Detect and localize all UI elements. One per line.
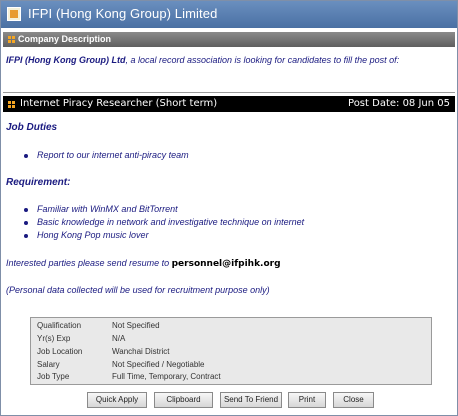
requirement-heading: Requirement:	[6, 177, 71, 188]
title-bar: IFPI (Hong Kong Group) Limited	[1, 1, 457, 28]
details-label: Salary	[37, 360, 60, 369]
clipboard-button[interactable]: Clipboard	[154, 392, 213, 408]
section-bullet-icon	[8, 36, 15, 43]
requirement-item: Basic knowledge in network and investiga…	[23, 217, 305, 227]
job-window: IFPI (Hong Kong Group) Limited Company D…	[0, 0, 458, 416]
quick-apply-button[interactable]: Quick Apply	[87, 392, 147, 408]
apply-text: Interested parties please send resume to	[6, 258, 172, 268]
details-value: Full Time, Temporary, Contract	[112, 372, 221, 381]
details-value: N/A	[112, 334, 126, 343]
duty-item: Report to our internet anti-piracy team	[24, 150, 189, 160]
company-description-header: Company Description	[3, 32, 455, 47]
requirement-item: Hong Kong Pop music lover	[24, 230, 149, 240]
print-button[interactable]: Print	[288, 392, 326, 408]
job-title: Internet Piracy Researcher (Short term)	[20, 98, 218, 109]
privacy-note: (Personal data collected will be used fo…	[6, 285, 270, 295]
company-intro-text: , a local record association is looking …	[125, 55, 400, 65]
details-value: Not Specified / Negotiable	[112, 360, 205, 369]
apply-email-link[interactable]: personnel@ifpihk.org	[172, 259, 281, 269]
company-description-label: Company Description	[18, 34, 112, 44]
job-details-table: Qualification Not Specified Yr(s) Exp N/…	[30, 317, 432, 385]
company-intro: IFPI (Hong Kong Group) Ltd, a local reco…	[6, 55, 399, 65]
details-label: Qualification	[37, 321, 82, 330]
details-value: Not Specified	[112, 321, 160, 330]
details-value: Wanchai District	[112, 347, 170, 356]
requirement-item: Familiar with WinMX and BitTorrent	[24, 204, 178, 214]
post-date: Post Date: 08 Jun 05	[348, 98, 450, 109]
job-title-bar: Internet Piracy Researcher (Short term) …	[3, 96, 455, 112]
window-title: IFPI (Hong Kong Group) Limited	[28, 6, 218, 21]
send-to-friend-button[interactable]: Send To Friend	[220, 392, 282, 408]
details-label: Yr(s) Exp	[37, 334, 71, 343]
job-bullet-icon	[8, 101, 15, 108]
divider	[3, 92, 455, 93]
apply-instructions: Interested parties please send resume to…	[6, 258, 281, 269]
details-label: Job Location	[37, 347, 83, 356]
company-name: IFPI (Hong Kong Group) Ltd	[6, 55, 126, 65]
duties-heading: Job Duties	[6, 122, 58, 133]
close-button[interactable]: Close	[333, 392, 374, 408]
app-icon	[7, 7, 21, 21]
details-label: Job Type	[37, 372, 70, 381]
